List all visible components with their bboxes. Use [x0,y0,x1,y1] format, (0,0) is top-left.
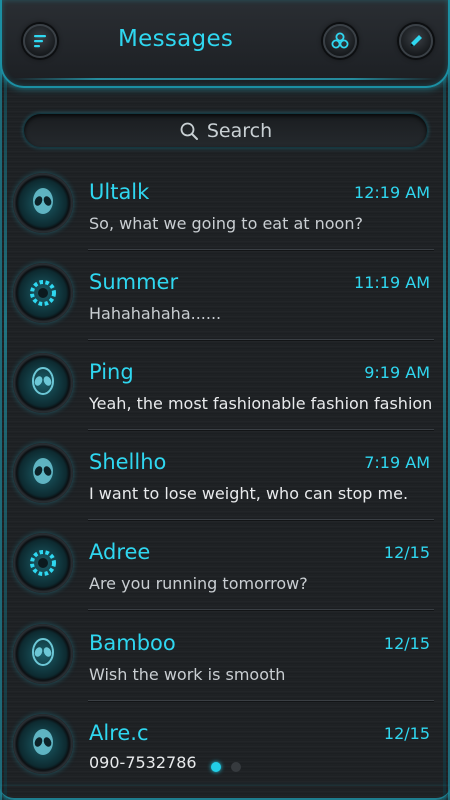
avatar[interactable] [13,533,73,593]
conversation-row-alre-c[interactable]: Alre.c 12/15 090-7532786 [0,701,450,791]
contact-name: Bamboo [89,631,176,655]
menu-icon [34,35,46,48]
message-time: 11:19 AM [354,273,430,292]
message-preview: Hahahahaha...... [89,304,222,323]
header-bar: Messages [0,0,450,88]
search-label: Search [206,119,273,142]
message-time: 12/15 [383,634,430,653]
message-preview: Yeah, the most fashionable fashion fashi… [89,394,434,413]
page-indicator [211,762,241,772]
avatar[interactable] [13,263,73,323]
message-preview: 090-7532786 [89,753,197,772]
contact-name: Ping [89,360,134,384]
message-preview: So, what we going to eat at noon? [89,214,363,233]
conversation-row-bamboo[interactable]: Bamboo 12/15 Wish the work is smooth [0,611,450,701]
ring-avatar-icon [30,280,56,306]
message-time: 12/15 [383,724,430,743]
contact-name: Summer [89,270,179,294]
message-time: 7:19 AM [364,453,430,472]
contacts-button[interactable] [323,24,357,58]
contact-name: Alre.c [89,721,149,745]
contact-name: Adree [89,540,151,564]
contact-name: Ultalk [89,180,150,204]
message-time: 9:19 AM [364,363,430,382]
alien-avatar-icon [32,638,54,666]
ring-avatar-icon [30,550,56,576]
message-time: 12/15 [383,543,430,562]
page-dot[interactable] [231,762,241,772]
contact-name: Shellho [89,450,167,474]
alien-avatar-icon [33,729,53,755]
divider [88,609,434,610]
message-preview: Wish the work is smooth [89,665,286,684]
page-dot-active[interactable] [211,762,221,772]
search-bar[interactable]: Search [23,113,428,148]
alien-avatar-icon [32,367,54,395]
compose-button[interactable] [399,24,433,58]
message-time: 12:19 AM [354,183,430,202]
conversation-row-adree[interactable]: Adree 12/15 Are you running tomorrow? [0,520,450,610]
message-preview: I want to lose weight, who can stop me. [89,484,409,503]
menu-button[interactable] [23,24,57,58]
conversation-row-summer[interactable]: Summer 11:19 AM Hahahahaha...... [0,250,450,340]
search-icon [180,122,198,140]
message-preview: Are you running tomorrow? [89,574,308,593]
conversation-row-shellho[interactable]: Shellho 7:19 AM I want to lose weight, w… [0,430,450,520]
page-title: Messages [118,26,234,52]
avatar[interactable] [13,624,73,684]
conversation-row-ping[interactable]: Ping 9:19 AM Yeah, the most fashionable … [0,340,450,430]
alien-avatar-icon [33,458,53,484]
avatar[interactable] [13,353,73,413]
bottom-frame [0,786,450,800]
avatar[interactable] [13,173,73,233]
group-icon [331,32,349,49]
avatar[interactable] [13,443,73,503]
conversation-row-ultalk[interactable]: Ultalk 12:19 AM So, what we going to eat… [0,160,450,250]
avatar[interactable] [13,714,73,774]
alien-avatar-icon [33,188,53,214]
pencil-icon [410,35,422,47]
